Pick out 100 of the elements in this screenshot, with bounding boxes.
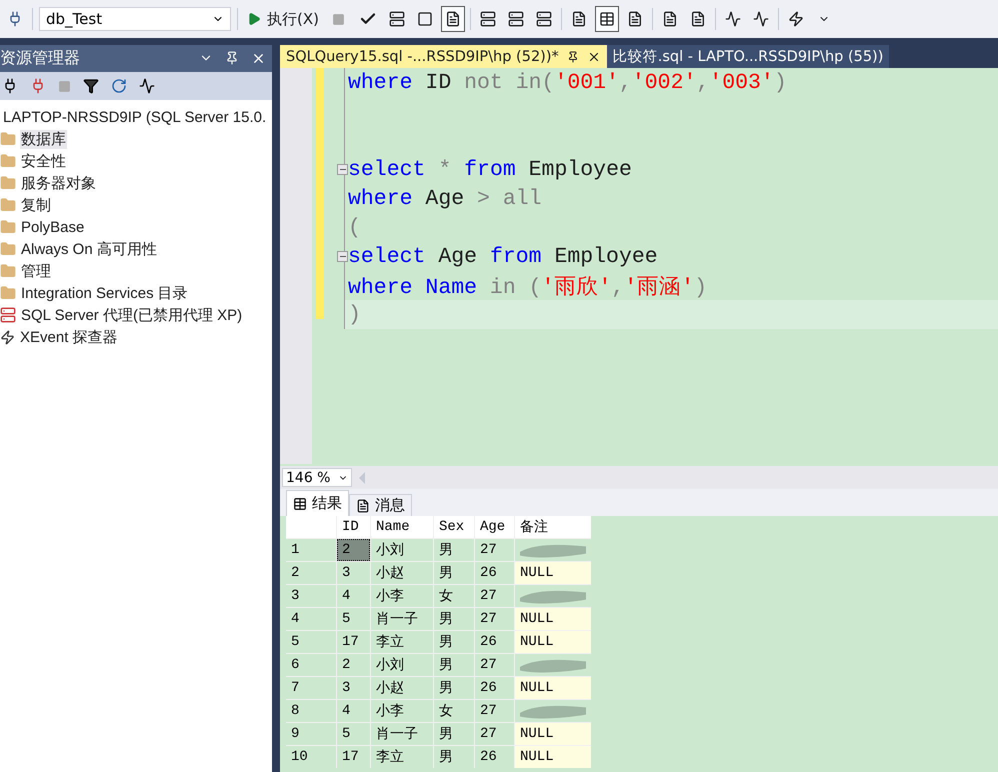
table-cell: 肖一子 (371, 723, 433, 745)
table-cell: 小赵 (371, 677, 433, 699)
table-cell: 26 (475, 631, 514, 653)
table-cell: NULL (515, 562, 591, 584)
database-dropdown[interactable]: db_Test (39, 7, 231, 31)
corner-cell (286, 516, 336, 538)
table-cell: NULL (515, 677, 591, 699)
table-cell: 小刘 (371, 654, 433, 676)
table-cell: 李立 (371, 631, 433, 653)
code-line: where Age > all (347, 186, 542, 210)
table-cell: 男 (434, 631, 474, 653)
table-cell[interactable]: 17 (337, 631, 370, 653)
agent-icon (0, 307, 16, 323)
folder-icon (0, 153, 16, 169)
table-cell: 男 (434, 723, 474, 745)
close-icon[interactable] (251, 51, 266, 66)
tree-item[interactable]: 数据库 (20, 130, 67, 148)
grid-icon (293, 496, 307, 510)
column-header: ID (337, 516, 370, 538)
tree-item[interactable]: 管理 (20, 262, 52, 280)
table-cell: 男 (434, 539, 474, 561)
tree-item[interactable]: PolyBase (20, 218, 86, 236)
message-icon (356, 498, 370, 512)
results-tab[interactable]: 结果 (286, 490, 349, 516)
execute-button[interactable]: 执行(X) (244, 7, 322, 31)
code-line: where Name in ('雨欣','雨涵') (347, 274, 707, 300)
table-cell: 小赵 (371, 562, 433, 584)
table-cell[interactable]: 4 (337, 700, 370, 722)
column-header: Name (371, 516, 433, 538)
code-line: ) (347, 302, 361, 326)
results-tab[interactable]: 消息 (349, 494, 412, 516)
column-header: 备注 (515, 516, 591, 538)
column-header: Age (475, 516, 514, 538)
document-tab[interactable]: SQLQuery15.sql -...RSSD9IP\hp (52))* (280, 45, 607, 68)
table-cell[interactable]: 2 (337, 539, 370, 561)
table-cell: 男 (434, 677, 474, 699)
table-cell[interactable]: 3 (337, 562, 370, 584)
table-cell: 男 (434, 608, 474, 630)
code-line: select Age from Employee (347, 244, 658, 268)
table-cell: 肖一子 (371, 608, 433, 630)
folder-icon (0, 263, 16, 279)
grid-icon[interactable] (596, 7, 618, 31)
table-cell: 27 (475, 700, 514, 722)
table-cell: 男 (434, 562, 474, 584)
row-number: 2 (286, 562, 336, 584)
tree-item[interactable]: 安全性 (20, 152, 67, 170)
panel-title: 资源管理器 (0, 48, 80, 69)
row-number: 8 (286, 700, 336, 722)
table-cell: 27 (475, 608, 514, 630)
row-number: 7 (286, 677, 336, 699)
table-cell: 小李 (371, 585, 433, 607)
table-cell: 男 (434, 654, 474, 676)
row-number: 4 (286, 608, 336, 630)
table-cell[interactable]: 3 (337, 677, 370, 699)
table-cell: 27 (475, 585, 514, 607)
table-cell[interactable]: 2 (337, 654, 370, 676)
code-line: select * from Employee (347, 158, 632, 182)
tree-item[interactable]: 复制 (20, 196, 52, 214)
table-cell: NULL (515, 608, 591, 630)
tree-item[interactable]: SQL Server 代理(已禁用代理 XP) (20, 306, 244, 324)
tree-item[interactable]: 服务器对象 (20, 174, 97, 192)
tree-item[interactable]: XEvent 探查器 (19, 328, 119, 346)
filter-icon[interactable] (83, 78, 99, 94)
row-number: 5 (286, 631, 336, 653)
tree-item[interactable]: Integration Services 目录 (20, 284, 189, 302)
table-cell: 26 (475, 677, 514, 699)
folder-icon (0, 175, 16, 191)
table-cell: 女 (434, 700, 474, 722)
folder-icon (0, 285, 16, 301)
code-line: ( (347, 216, 361, 240)
table-cell[interactable]: 17 (337, 746, 370, 768)
pin-icon[interactable] (225, 51, 239, 65)
collapse-icon[interactable] (337, 251, 348, 262)
table-cell[interactable]: 5 (337, 608, 370, 630)
zoom-dropdown[interactable]: 146 % (282, 468, 352, 487)
table-cell[interactable]: 5 (337, 723, 370, 745)
refresh-icon[interactable] (111, 78, 127, 94)
table-cell: NULL (515, 631, 591, 653)
folder-icon (0, 219, 16, 235)
document-icon[interactable] (442, 7, 464, 31)
pin-icon[interactable] (566, 50, 579, 62)
table-cell: 27 (475, 654, 514, 676)
column-header: Sex (434, 516, 474, 538)
document-tab[interactable]: 比较符.sql - LAPTO...RSSD9IP\hp (55)) (606, 45, 890, 68)
table-cell: NULL (515, 746, 591, 768)
row-number: 6 (286, 654, 336, 676)
tree-item[interactable]: Always On 高可用性 (20, 240, 158, 258)
row-number: 9 (286, 723, 336, 745)
tree-item[interactable]: LAPTOP-NRSSD9IP (SQL Server 15.0. (2, 108, 268, 126)
table-cell: 女 (434, 585, 474, 607)
row-number: 1 (286, 539, 336, 561)
xevent-icon (0, 330, 15, 344)
table-cell: NULL (515, 723, 591, 745)
folder-icon (0, 131, 16, 147)
activity-icon[interactable] (139, 78, 155, 94)
collapse-icon[interactable] (337, 164, 348, 175)
table-cell: 27 (475, 539, 514, 561)
table-cell: 26 (475, 746, 514, 768)
table-cell: 27 (475, 723, 514, 745)
table-cell[interactable]: 4 (337, 585, 370, 607)
